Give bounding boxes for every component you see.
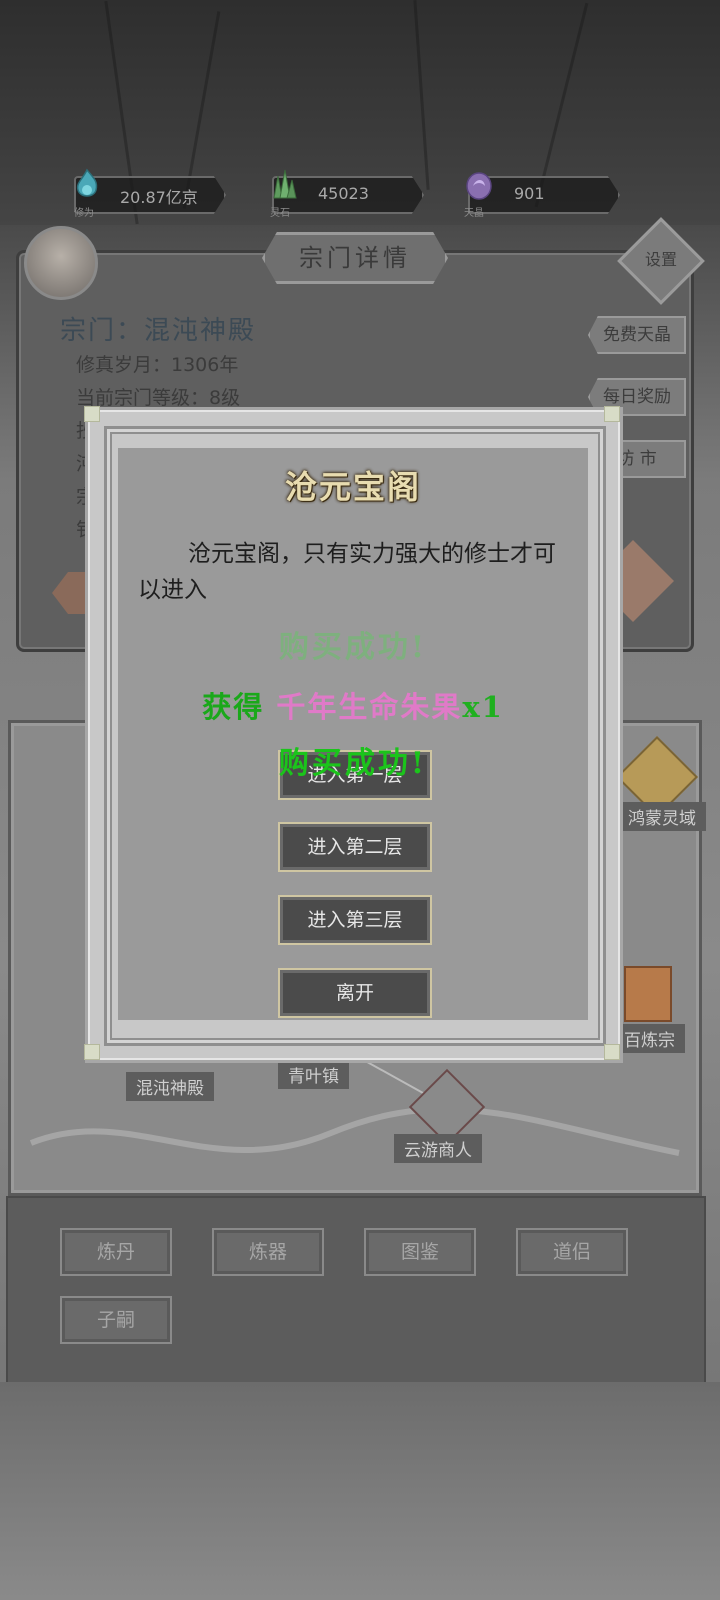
enter-floor-3-button[interactable]: 进入第三层	[278, 895, 432, 945]
lower-background	[0, 1382, 720, 1600]
sect-name: 宗门：混沌神殿	[60, 316, 257, 346]
map-label-refinery-sect[interactable]: 百炼宗	[614, 1024, 685, 1053]
avatar[interactable]	[24, 226, 98, 300]
purchase-success-toast-2: 购买成功!	[278, 746, 428, 781]
sect-level: 当前宗门等级：8级	[76, 387, 241, 409]
cultivation-flame-icon	[76, 168, 98, 197]
spirit-stone-value: 45023	[318, 184, 369, 203]
spirit-stone-crystal-icon	[273, 169, 297, 199]
gain-prefix: 获得	[202, 690, 265, 724]
cultivation-caption: 修为	[74, 208, 94, 219]
bottom-menu	[6, 1196, 706, 1384]
leave-button[interactable]: 离开	[278, 968, 432, 1018]
companion-button[interactable]: 道侣	[516, 1228, 628, 1276]
settings-label: 设置	[644, 250, 677, 269]
map-label-hongmeng[interactable]: 鸿蒙灵域	[618, 802, 706, 831]
corner-ornament	[604, 406, 620, 422]
offspring-button[interactable]: 子嗣	[60, 1296, 172, 1344]
corner-ornament	[84, 406, 100, 422]
cultivation-value: 20.87亿京	[120, 188, 198, 207]
dialog-description: 沧元宝阁，只有实力强大的修士才可以进入	[138, 541, 556, 603]
item-gain-toast: 获得 千年生命朱果x1	[118, 684, 588, 726]
panel-title: 宗门详情	[262, 232, 448, 284]
purchase-success-toast: 购买成功!	[278, 630, 428, 665]
map-label-qingye-town[interactable]: 青叶镇	[278, 1060, 349, 1089]
map-label-wandering-merchant[interactable]: 云游商人	[394, 1134, 482, 1163]
heaven-crystal-icon	[466, 172, 492, 200]
sect-years: 修真岁月：1306年	[76, 354, 239, 376]
alchemy-button[interactable]: 炼丹	[60, 1228, 172, 1276]
spirit-stone-caption: 灵石	[270, 208, 290, 219]
free-heaven-crystal-button[interactable]: 免费天晶	[588, 316, 686, 354]
heaven-crystal-caption: 天晶	[464, 208, 484, 219]
heaven-crystal-value: 901	[514, 184, 545, 203]
corner-ornament	[84, 1044, 100, 1060]
codex-button[interactable]: 图鉴	[364, 1228, 476, 1276]
enter-floor-2-button[interactable]: 进入第二层	[278, 822, 432, 872]
map-label-chaos-temple[interactable]: 混沌神殿	[126, 1072, 214, 1101]
gain-count: x1	[462, 690, 504, 724]
corner-ornament	[604, 1044, 620, 1060]
forging-button[interactable]: 炼器	[212, 1228, 324, 1276]
dialog-title: 沧元宝阁	[284, 468, 421, 506]
gain-item: 千年生命朱果	[276, 690, 463, 724]
refinery-sect-banner-icon[interactable]	[624, 966, 672, 1022]
